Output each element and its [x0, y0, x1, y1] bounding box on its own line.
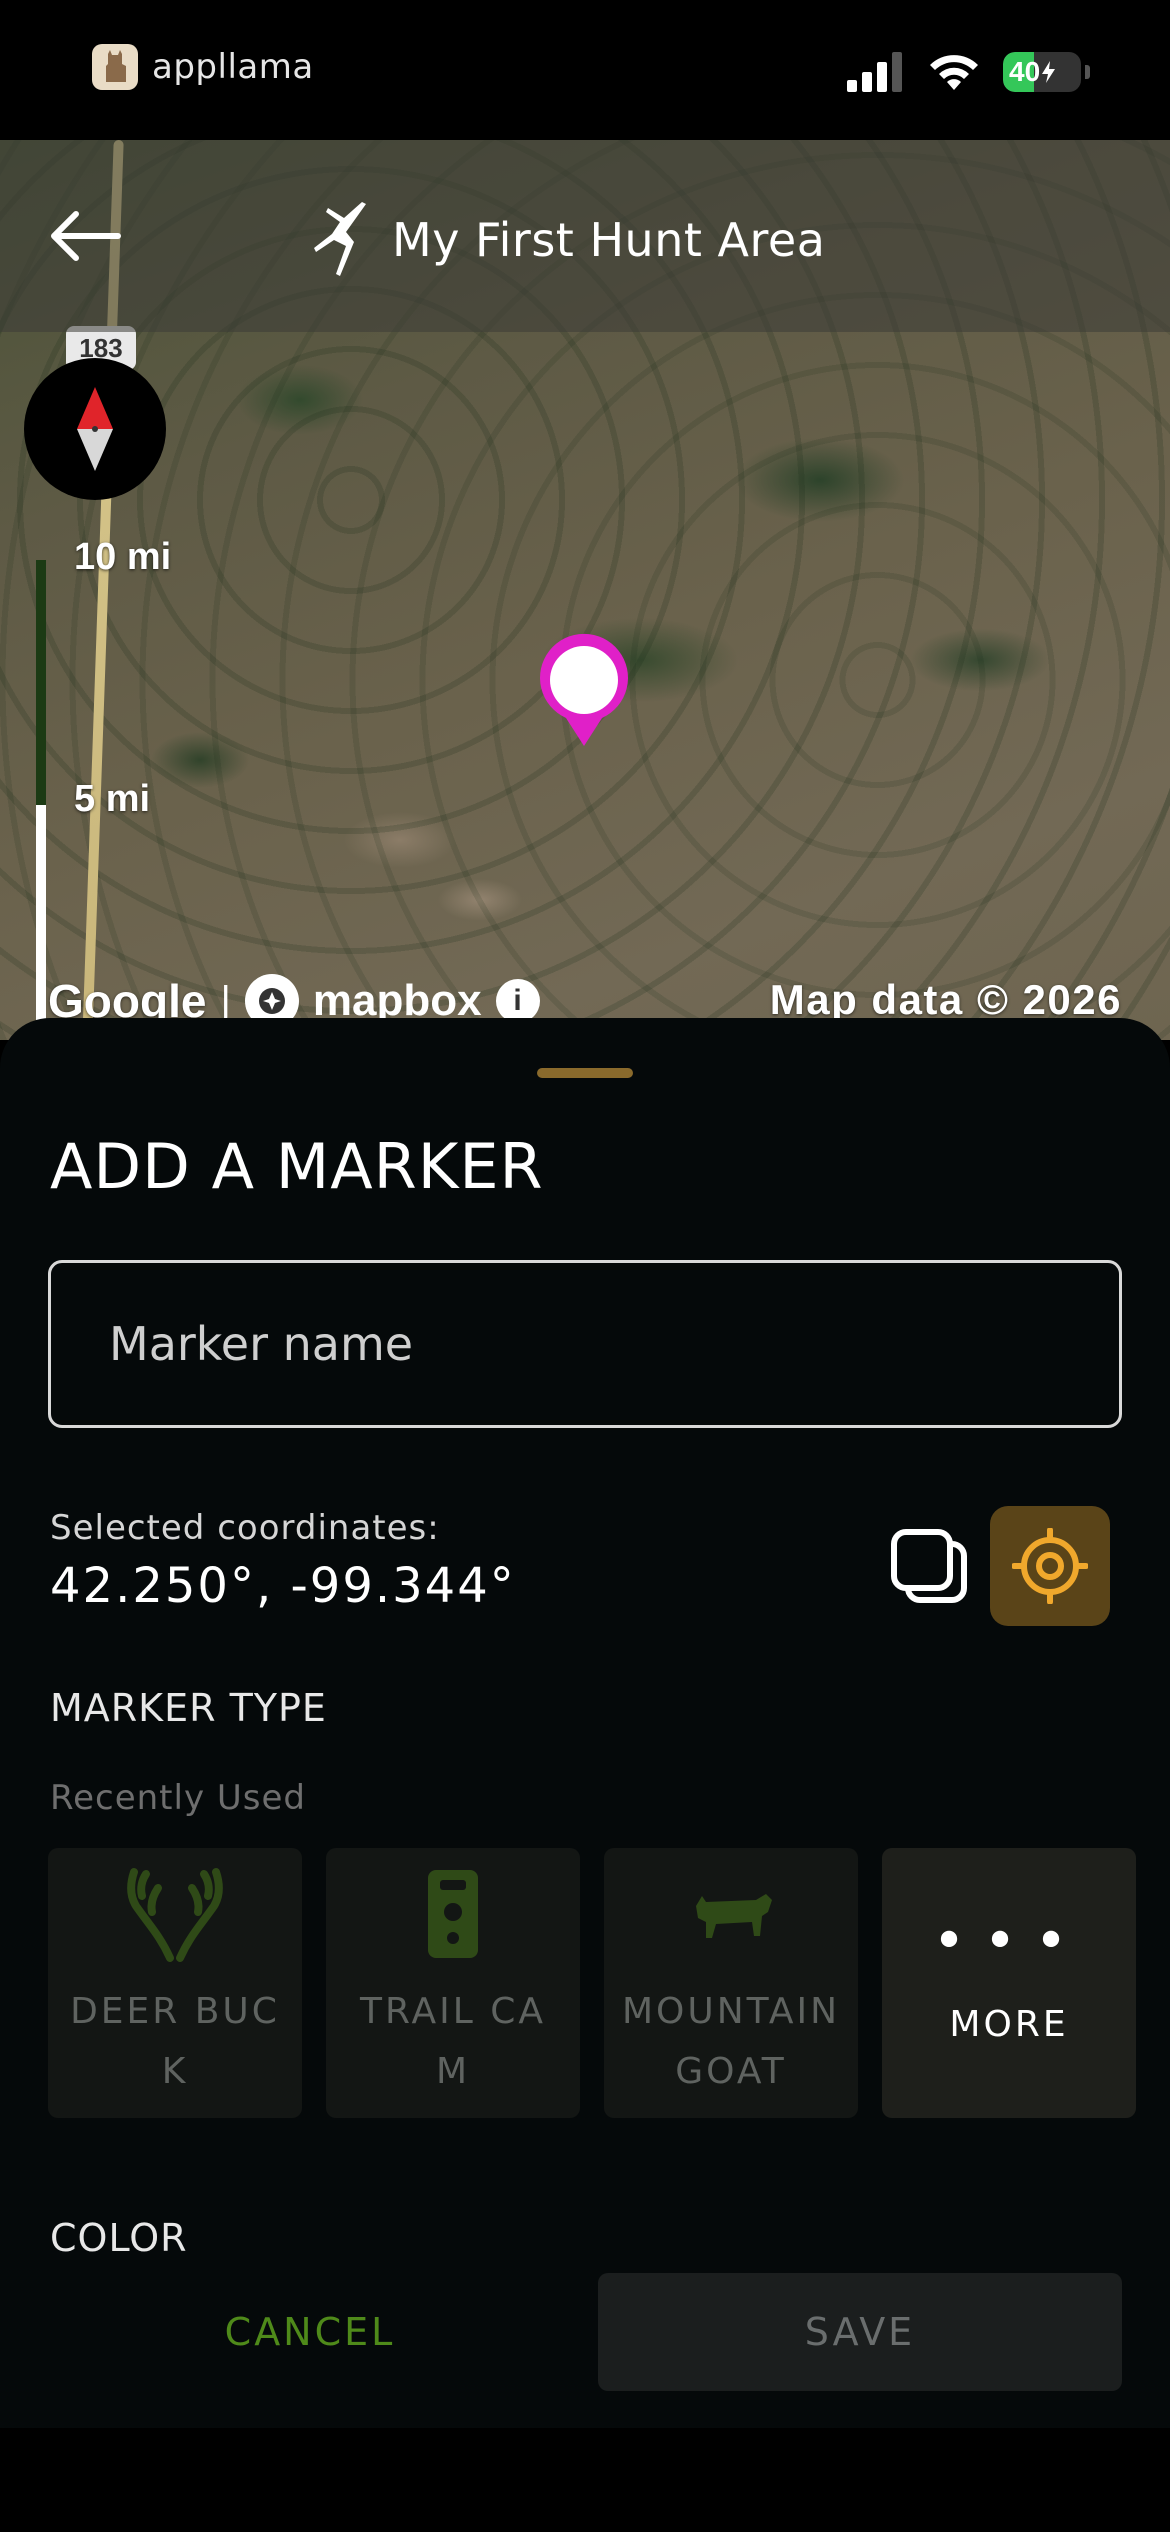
info-icon[interactable]: i	[495, 979, 540, 1023]
marker-name-input[interactable]	[48, 1260, 1122, 1428]
add-marker-sheet: ADD A MARKER Selected coordinates: 42.25…	[0, 1018, 1170, 2428]
carrier-name: appllama	[152, 47, 314, 87]
marker-type-label: DEER BUCK	[70, 1991, 280, 2092]
carrier: appllama	[92, 44, 314, 90]
status-indicators: 40	[847, 52, 1090, 92]
home-indicator-area	[0, 2428, 1170, 2532]
marker-type-more-button[interactable]: ••• MORE	[882, 1848, 1136, 2118]
wifi-icon	[930, 55, 978, 90]
sheet-drag-handle[interactable]	[537, 1068, 633, 1078]
compass-button[interactable]	[24, 358, 166, 500]
sheet-title: ADD A MARKER	[50, 1130, 544, 1203]
crosshair-target-icon	[1012, 1528, 1088, 1604]
map-view[interactable]: 183 My First Hunt Area 10 mi 5 mi Google…	[0, 140, 1170, 1040]
scale-label-10mi: 10 mi	[74, 536, 172, 578]
scale-segment-lower	[36, 805, 46, 1040]
hunter-logo-icon	[314, 202, 366, 276]
battery-cap	[1085, 65, 1090, 79]
coordinates-label: Selected coordinates:	[50, 1508, 440, 1548]
scale-segment-upper	[36, 560, 46, 805]
cancel-button[interactable]: CANCEL	[48, 2273, 572, 2391]
scale-label-5mi: 5 mi	[74, 778, 151, 820]
marker-type-deer-buck[interactable]: DEER BUCK	[48, 1848, 302, 2118]
save-button[interactable]: SAVE	[598, 2273, 1122, 2391]
header-title-group: My First Hunt Area	[310, 202, 825, 278]
recently-used-heading: Recently Used	[50, 1778, 306, 1818]
page-title: My First Hunt Area	[392, 213, 826, 267]
map-marker-pin-icon[interactable]	[536, 632, 632, 748]
coordinates-value: 42.250°, -99.344°	[50, 1558, 516, 1614]
map-header: My First Hunt Area	[0, 140, 1170, 332]
copy-icon[interactable]	[888, 1528, 970, 1610]
locate-button[interactable]	[990, 1506, 1110, 1626]
status-bar: appllama 40	[0, 0, 1170, 140]
signal-icon	[847, 52, 902, 92]
mountain-goat-icon	[696, 1894, 772, 1938]
sheet-footer: CANCEL SAVE	[0, 2255, 1170, 2405]
back-arrow-icon[interactable]	[46, 208, 122, 264]
color-heading: COLOR	[50, 2216, 188, 2260]
marker-type-label: TRAIL CAM	[359, 1991, 547, 2092]
marker-type-heading: MARKER TYPE	[50, 1686, 327, 1730]
map-data-attribution: Map data © 2026	[769, 976, 1122, 1023]
marker-type-trail-cam[interactable]: TRAIL CAM	[326, 1848, 580, 2118]
llama-logo-icon	[92, 44, 138, 90]
more-label: MORE	[949, 2003, 1069, 2045]
battery-percent: 40	[1009, 56, 1041, 87]
map-scale-bar	[36, 560, 46, 1040]
marker-type-label: MOUNTAIN GOAT	[621, 1991, 841, 2092]
battery-icon: 40	[1003, 52, 1081, 92]
more-dots-icon: •••	[932, 1908, 1086, 1974]
antlers-icon	[127, 1868, 223, 1962]
marker-type-list: DEER BUCK TRAIL CAM MOUNTAIN GOAT ••• MO…	[48, 1848, 1136, 2118]
marker-type-mountain-goat[interactable]: MOUNTAIN GOAT	[604, 1848, 858, 2118]
compass-icon	[77, 387, 113, 471]
trail-camera-icon	[428, 1870, 478, 1958]
attribution-separator: |	[220, 978, 231, 1023]
